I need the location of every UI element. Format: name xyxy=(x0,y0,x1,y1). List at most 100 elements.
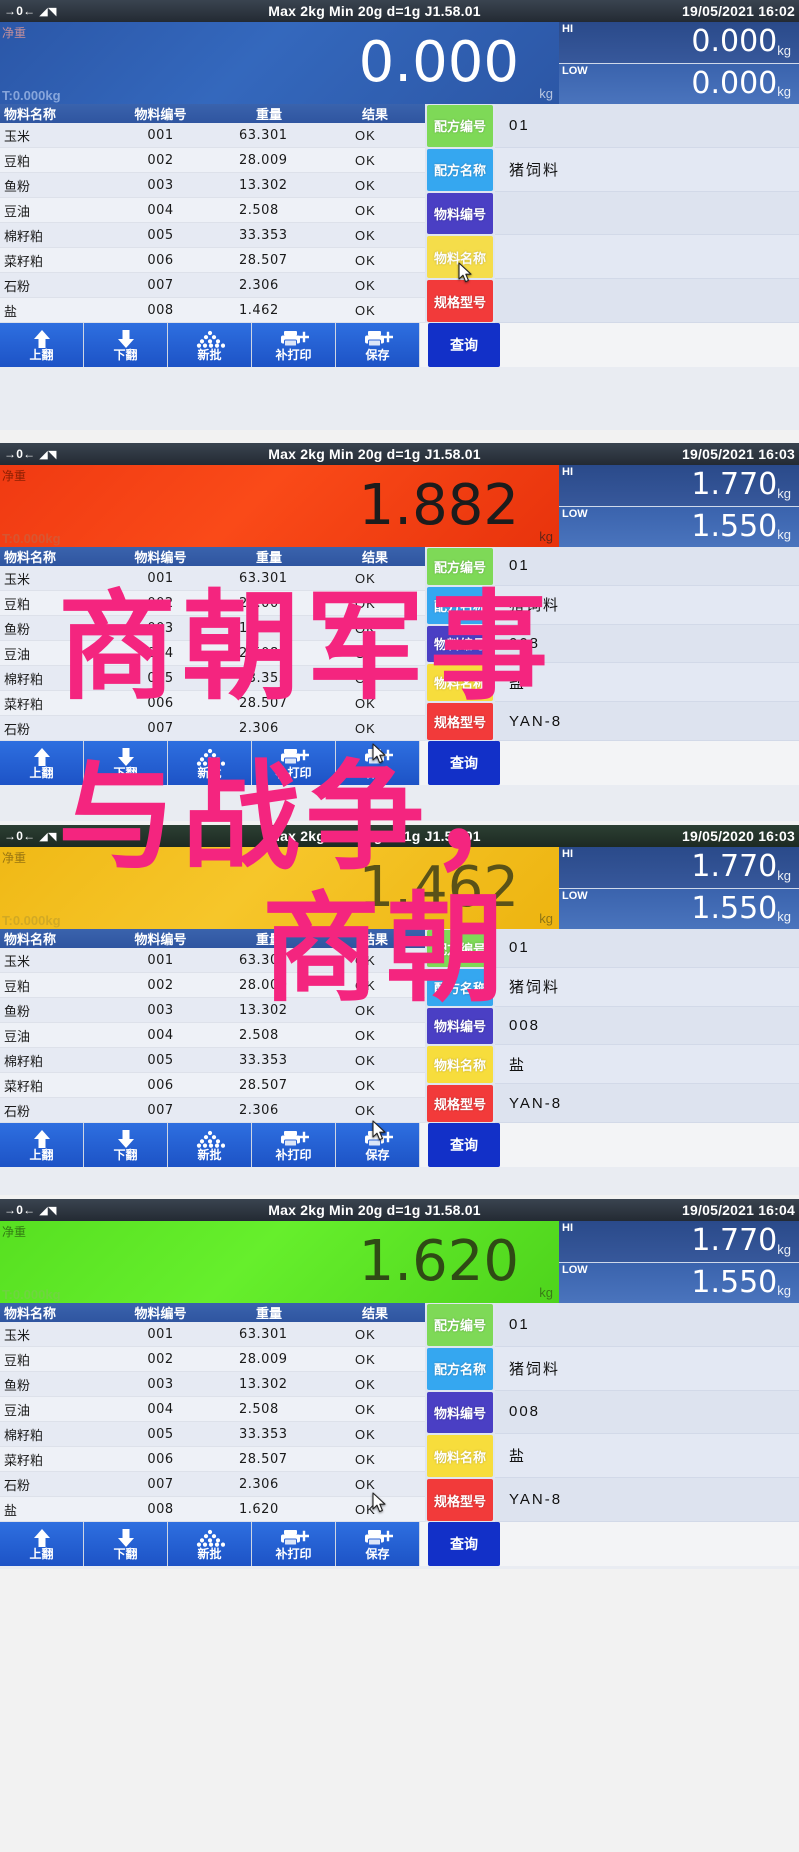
field-label-1[interactable]: 配方编号 xyxy=(427,1304,493,1346)
field-label-3[interactable]: 物料编号 xyxy=(427,1391,493,1434)
field-value-3[interactable]: 008 xyxy=(495,1006,799,1046)
table-row[interactable]: 石粉 007 2.306 OK xyxy=(0,1472,425,1497)
table-row[interactable]: 玉米 001 63.301 OK xyxy=(0,948,425,973)
field-label-3[interactable]: 物料编号 xyxy=(427,192,493,235)
toolbar-button-5[interactable]: 保存 xyxy=(336,1522,420,1566)
field-value-2[interactable]: 猪饲料 xyxy=(495,585,799,625)
toolbar-button-2[interactable]: 下翻 xyxy=(84,1123,168,1167)
field-label-5[interactable]: 规格型号 xyxy=(427,1479,493,1521)
toolbar-button-1[interactable]: 上翻 xyxy=(0,323,84,367)
field-label-4[interactable]: 物料名称 xyxy=(427,664,493,702)
table-row[interactable]: 盐 008 1.462 OK xyxy=(0,298,425,323)
field-label-4[interactable]: 物料名称 xyxy=(427,1046,493,1084)
field-label-1[interactable]: 配方编号 xyxy=(427,548,493,585)
table-row[interactable]: 石粉 007 2.306 OK xyxy=(0,1098,425,1123)
query-button[interactable]: 查询 xyxy=(428,1522,500,1566)
toolbar-button-3[interactable]: 新批 xyxy=(168,323,252,367)
field-value-2[interactable]: 猪饲料 xyxy=(495,1346,799,1391)
table-row[interactable]: 鱼粉 003 13.302 OK xyxy=(0,616,425,641)
table-row[interactable]: 鱼粉 003 13.302 OK xyxy=(0,173,425,198)
field-value-3[interactable] xyxy=(495,191,799,236)
field-label-5[interactable]: 规格型号 xyxy=(427,1085,493,1122)
table-row[interactable]: 豆油 004 2.508 OK xyxy=(0,641,425,666)
toolbar-button-3[interactable]: 新批 xyxy=(168,1522,252,1566)
table-row[interactable]: 豆粕 002 28.009 OK xyxy=(0,973,425,998)
toolbar-button-4[interactable]: 补打印 xyxy=(252,323,336,367)
table-row[interactable]: 豆粕 002 28.009 OK xyxy=(0,1347,425,1372)
table-row[interactable]: 棉籽粕 005 33.353 OK xyxy=(0,223,425,248)
table-row[interactable]: 菜籽粕 006 28.507 OK xyxy=(0,691,425,716)
table-row[interactable]: 菜籽粕 006 28.507 OK xyxy=(0,1447,425,1472)
toolbar-button-5[interactable]: 保存 xyxy=(336,323,420,367)
field-value-3[interactable]: 008 xyxy=(495,624,799,664)
field-label-5[interactable]: 规格型号 xyxy=(427,280,493,322)
table-row[interactable]: 豆粕 002 28.009 OK xyxy=(0,148,425,173)
table-row[interactable]: 豆油 004 2.508 OK xyxy=(0,1023,425,1048)
field-value-1[interactable]: 01 xyxy=(495,547,799,586)
field-value-4[interactable]: 盐 xyxy=(495,1045,799,1085)
toolbar-button-1[interactable]: 上翻 xyxy=(0,741,84,785)
field-label-3[interactable]: 物料编号 xyxy=(427,625,493,663)
toolbar-button-4[interactable]: 补打印 xyxy=(252,1123,336,1167)
toolbar-button-3[interactable]: 新批 xyxy=(168,1123,252,1167)
table-row[interactable]: 豆油 004 2.508 OK xyxy=(0,1397,425,1422)
table-row[interactable]: 棉籽粕 005 33.353 OK xyxy=(0,666,425,691)
field-label-4[interactable]: 物料名称 xyxy=(427,1435,493,1478)
table-row[interactable]: 鱼粉 003 13.302 OK xyxy=(0,1372,425,1397)
stability-indicators: →0← ◢◥ xyxy=(4,4,154,18)
field-value-1[interactable]: 01 xyxy=(495,929,799,968)
field-label-1[interactable]: 配方编号 xyxy=(427,930,493,967)
table-row[interactable]: 棉籽粕 005 33.353 OK xyxy=(0,1422,425,1447)
cell-weight: 33.353 xyxy=(239,1426,288,1442)
field-label-2[interactable]: 配方名称 xyxy=(427,586,493,624)
field-value-2[interactable]: 猪饲料 xyxy=(495,147,799,192)
toolbar-button-4[interactable]: 补打印 xyxy=(252,741,336,785)
field-value-5[interactable]: YAN-8 xyxy=(495,1084,799,1123)
field-value-5[interactable]: YAN-8 xyxy=(495,702,799,741)
printer-plus-icon xyxy=(279,1528,309,1548)
field-value-2[interactable]: 猪饲料 xyxy=(495,967,799,1007)
field-value-3[interactable]: 008 xyxy=(495,1390,799,1435)
field-value-1[interactable]: 01 xyxy=(495,1303,799,1347)
toolbar-button-4[interactable]: 补打印 xyxy=(252,1522,336,1566)
table-row[interactable]: 玉米 001 63.301 OK xyxy=(0,1322,425,1347)
hi-limit-unit: kg xyxy=(777,867,791,883)
field-label-2[interactable]: 配方名称 xyxy=(427,968,493,1006)
table-row[interactable]: 盐 008 1.620 OK xyxy=(0,1497,425,1522)
table-row[interactable]: 石粉 007 2.306 OK xyxy=(0,273,425,298)
toolbar-button-5[interactable]: 保存 xyxy=(336,1123,420,1167)
query-button[interactable]: 查询 xyxy=(428,1123,500,1167)
toolbar-button-2[interactable]: 下翻 xyxy=(84,741,168,785)
table-row[interactable]: 玉米 001 63.301 OK xyxy=(0,123,425,148)
toolbar-button-5[interactable]: 保存 xyxy=(336,741,420,785)
field-value-5[interactable]: YAN-8 xyxy=(495,1478,799,1522)
table-row[interactable]: 玉米 001 63.301 OK xyxy=(0,566,425,591)
toolbar-button-1[interactable]: 上翻 xyxy=(0,1522,84,1566)
field-label-3[interactable]: 物料编号 xyxy=(427,1007,493,1045)
query-button[interactable]: 查询 xyxy=(428,741,500,785)
field-label-5[interactable]: 规格型号 xyxy=(427,703,493,740)
field-value-4[interactable] xyxy=(495,235,799,280)
toolbar-button-2[interactable]: 下翻 xyxy=(84,323,168,367)
table-row[interactable]: 棉籽粕 005 33.353 OK xyxy=(0,1048,425,1073)
table-row[interactable]: 豆油 004 2.508 OK xyxy=(0,198,425,223)
field-value-4[interactable]: 盐 xyxy=(495,1434,799,1479)
toolbar-button-2[interactable]: 下翻 xyxy=(84,1522,168,1566)
field-value-1[interactable]: 01 xyxy=(495,104,799,148)
toolbar-button-3[interactable]: 新批 xyxy=(168,741,252,785)
table-header-row: 物料名称 物料编号 重量 结果 xyxy=(0,929,425,948)
table-row[interactable]: 菜籽粕 006 28.507 OK xyxy=(0,248,425,273)
field-value-4[interactable]: 盐 xyxy=(495,663,799,703)
table-row[interactable]: 豆粕 002 28.009 OK xyxy=(0,591,425,616)
table-row[interactable]: 菜籽粕 006 28.507 OK xyxy=(0,1073,425,1098)
field-value-5[interactable] xyxy=(495,279,799,323)
field-label-2[interactable]: 配方名称 xyxy=(427,1347,493,1390)
query-button[interactable]: 查询 xyxy=(428,323,500,367)
toolbar-button-1[interactable]: 上翻 xyxy=(0,1123,84,1167)
table-row[interactable]: 鱼粉 003 13.302 OK xyxy=(0,998,425,1023)
field-label-4[interactable]: 物料名称 xyxy=(427,236,493,279)
field-label-2[interactable]: 配方名称 xyxy=(427,148,493,191)
printer-plus-icon xyxy=(279,329,309,349)
field-label-1[interactable]: 配方编号 xyxy=(427,105,493,147)
table-row[interactable]: 石粉 007 2.306 OK xyxy=(0,716,425,741)
